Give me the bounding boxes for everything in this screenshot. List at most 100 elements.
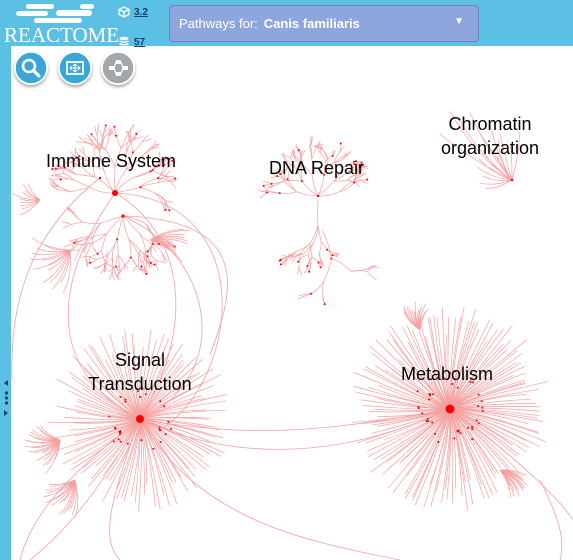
pathway-node[interactable] <box>136 415 144 423</box>
pathway-node[interactable] <box>90 133 93 136</box>
pathway-node[interactable] <box>471 438 474 441</box>
pathway-node[interactable] <box>152 447 155 450</box>
fit-screen-button[interactable] <box>58 51 92 85</box>
panel-expand-handle-icon[interactable] <box>4 380 9 416</box>
pathway-node[interactable] <box>481 406 484 409</box>
pathway-node[interactable] <box>265 191 268 194</box>
pathway-node[interactable] <box>330 257 333 260</box>
pathway-node[interactable] <box>108 415 111 418</box>
pathway-node[interactable] <box>475 419 478 422</box>
search-button[interactable] <box>14 51 48 85</box>
pathway-node[interactable] <box>164 208 167 211</box>
pathway-node[interactable] <box>427 420 430 423</box>
pathway-node[interactable] <box>89 261 92 264</box>
pathway-node[interactable] <box>113 125 116 128</box>
pathway-node[interactable] <box>481 410 484 413</box>
pathway-node[interactable] <box>459 432 462 435</box>
pathway-node[interactable] <box>510 178 514 182</box>
pathway-label-signal-transduction[interactable]: Signal Transduction <box>84 348 196 396</box>
pathway-node[interactable] <box>421 412 424 415</box>
pathway-node[interactable] <box>434 432 437 435</box>
pathway-node[interactable] <box>118 433 121 436</box>
pathway-node[interactable] <box>159 440 162 443</box>
pathway-node[interactable] <box>278 259 281 262</box>
pathway-node[interactable] <box>145 272 148 275</box>
pathway-node[interactable] <box>157 177 160 180</box>
pathway-node[interactable] <box>316 194 320 198</box>
pathway-node[interactable] <box>104 124 107 127</box>
pathway-node[interactable] <box>331 254 334 257</box>
pathway-node[interactable] <box>114 426 117 429</box>
pathway-node[interactable] <box>471 426 474 429</box>
pathway-node[interactable] <box>117 438 120 441</box>
pathway-node[interactable] <box>59 178 62 181</box>
pathway-node[interactable] <box>73 241 76 244</box>
pathway-node[interactable] <box>353 181 356 184</box>
pathway-node[interactable] <box>170 428 173 431</box>
pathway-node[interactable] <box>140 439 143 442</box>
pathway-node[interactable] <box>270 182 273 185</box>
pathway-node[interactable] <box>146 250 149 253</box>
pathway-node[interactable] <box>445 404 455 414</box>
pathway-node[interactable] <box>173 245 176 248</box>
pathway-node[interactable] <box>476 405 479 408</box>
pathway-node[interactable] <box>477 393 480 396</box>
pathway-node[interactable] <box>278 192 281 195</box>
pathway-node[interactable] <box>428 392 431 395</box>
pathway-node[interactable] <box>167 420 170 423</box>
pathway-node[interactable] <box>163 405 166 408</box>
pathway-node[interactable] <box>159 400 162 403</box>
pathway-node[interactable] <box>174 177 177 180</box>
pathway-node[interactable] <box>135 132 138 135</box>
pathway-node[interactable] <box>139 186 142 189</box>
pathway-node[interactable] <box>417 406 420 409</box>
pathway-node[interactable] <box>310 292 313 295</box>
pathway-node[interactable] <box>326 248 329 251</box>
pathway-node[interactable] <box>139 395 142 398</box>
pathway-node[interactable] <box>428 398 431 401</box>
pathway-node[interactable] <box>308 270 311 273</box>
pathway-node[interactable] <box>317 261 320 264</box>
pathway-node[interactable] <box>300 180 303 183</box>
pathway-node[interactable] <box>426 417 429 420</box>
pathway-node[interactable] <box>453 437 456 440</box>
pathway-node[interactable] <box>124 398 127 401</box>
pathway-node[interactable] <box>437 441 440 444</box>
pathway-node[interactable] <box>471 428 474 431</box>
pathway-node[interactable] <box>151 242 154 245</box>
pathway-node[interactable] <box>339 142 342 145</box>
pathway-node[interactable] <box>119 395 122 398</box>
pathway-node[interactable] <box>96 253 99 256</box>
pathway-node[interactable] <box>416 390 419 393</box>
pathway-node[interactable] <box>126 442 129 445</box>
pathway-node[interactable] <box>297 260 300 263</box>
version-link[interactable]: 3.2 <box>134 7 148 18</box>
pathway-node[interactable] <box>112 440 115 443</box>
pathway-node[interactable] <box>124 400 127 403</box>
pathway-node[interactable] <box>158 428 162 432</box>
pathway-node[interactable] <box>323 303 326 306</box>
pathway-node[interactable] <box>431 393 434 396</box>
pathway-node[interactable] <box>319 266 322 269</box>
pathway-node[interactable] <box>456 429 460 433</box>
pathway-node[interactable] <box>431 421 434 424</box>
pathway-node[interactable] <box>114 265 117 268</box>
species-selector[interactable]: Pathways for: Canis familiaris ▼ <box>169 5 479 42</box>
pathway-node[interactable] <box>262 184 265 187</box>
pathway-node[interactable] <box>157 243 160 246</box>
pathway-node[interactable] <box>168 209 171 212</box>
layout-button[interactable] <box>101 51 135 85</box>
pathway-node[interactable] <box>115 134 118 137</box>
pathway-label-immune-system[interactable]: Immune System <box>46 149 176 173</box>
pathway-node[interactable] <box>477 422 480 425</box>
pathway-node[interactable] <box>158 426 161 429</box>
pathway-node[interactable] <box>116 238 119 241</box>
pathway-node[interactable] <box>306 265 309 268</box>
pathway-node[interactable] <box>119 440 122 443</box>
pathway-node[interactable] <box>121 214 125 218</box>
pathway-node[interactable] <box>297 149 300 152</box>
pathway-node[interactable] <box>149 261 152 264</box>
pathway-node[interactable] <box>164 433 167 436</box>
pathway-node[interactable] <box>456 386 459 389</box>
pathway-node[interactable] <box>146 255 149 258</box>
